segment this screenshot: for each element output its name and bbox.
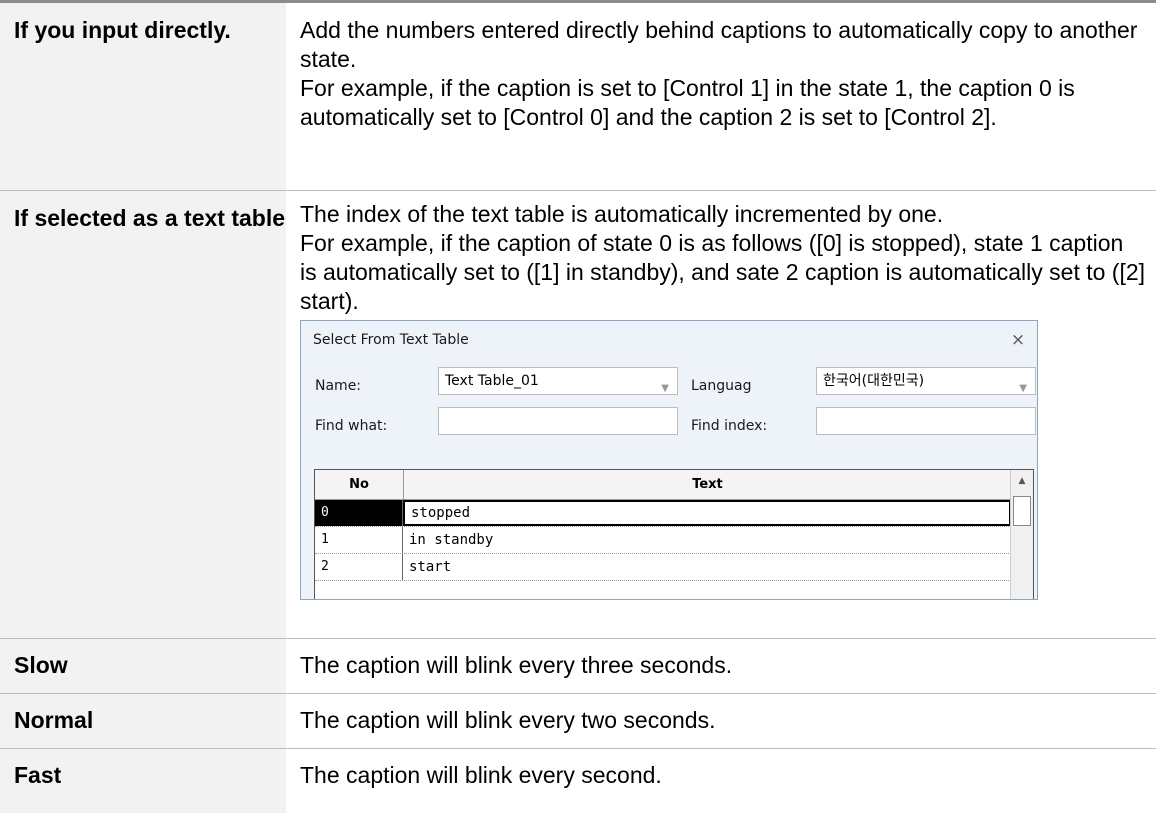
row-description: Add the numbers entered directly behind … bbox=[286, 3, 1156, 190]
select-text-table-dialog: Select From Text Table × Name: Text Tabl… bbox=[300, 320, 1038, 600]
scroll-up-icon[interactable]: ▲ bbox=[1011, 470, 1033, 492]
row-number: 0 bbox=[315, 500, 403, 526]
language-label: Languag bbox=[691, 378, 752, 394]
find-what-input[interactable] bbox=[438, 407, 678, 435]
row-description: The caption will blink every three secon… bbox=[286, 639, 1156, 693]
row-label: Fast bbox=[0, 749, 286, 813]
row-description: The index of the text table is automatic… bbox=[286, 191, 1156, 638]
row-description: The caption will blink every second. bbox=[286, 749, 1156, 813]
row-label: If you input directly. bbox=[0, 3, 286, 190]
dialog-title: Select From Text Table bbox=[313, 331, 469, 348]
find-index-label: Find index: bbox=[691, 418, 768, 434]
row-label: Normal bbox=[0, 694, 286, 748]
row-label: Slow bbox=[0, 639, 286, 693]
find-what-label: Find what: bbox=[315, 418, 388, 434]
table-row: If you input directly. Add the numbers e… bbox=[0, 3, 1156, 191]
description-line: For example, if the caption is set to [C… bbox=[300, 75, 1075, 130]
row-text[interactable]: in standby bbox=[403, 527, 1011, 553]
row-text[interactable]: start bbox=[403, 554, 1011, 580]
description-line: For example, if the caption of state 0 i… bbox=[300, 230, 1146, 314]
vertical-scrollbar[interactable]: ▲ bbox=[1010, 470, 1033, 599]
language-select[interactable]: 한국어(대한민국) ▼ bbox=[816, 367, 1036, 395]
language-select-value: 한국어(대한민국) bbox=[823, 372, 925, 389]
dialog-titlebar: Select From Text Table × bbox=[301, 321, 1037, 359]
close-icon[interactable]: × bbox=[999, 326, 1037, 355]
grid-row[interactable]: 0 stopped bbox=[315, 500, 1011, 527]
table-row: Normal The caption will blink every two … bbox=[0, 694, 1156, 749]
row-label: If selected as a text table bbox=[0, 191, 286, 638]
find-index-input[interactable] bbox=[816, 407, 1036, 435]
grid-header: No Text bbox=[315, 470, 1011, 500]
name-select-value: Text Table_01 bbox=[445, 372, 539, 389]
chevron-down-icon: ▼ bbox=[661, 383, 669, 394]
description-line: Add the numbers entered directly behind … bbox=[300, 17, 1138, 72]
grid-row[interactable]: 2 start bbox=[315, 554, 1011, 581]
description-table: If you input directly. Add the numbers e… bbox=[0, 0, 1156, 813]
row-description: The caption will blink every two seconds… bbox=[286, 694, 1156, 748]
table-row: Fast The caption will blink every second… bbox=[0, 749, 1156, 813]
column-header-text[interactable]: Text bbox=[404, 470, 1011, 499]
grid-row[interactable]: 1 in standby bbox=[315, 527, 1011, 554]
table-row: Slow The caption will blink every three … bbox=[0, 639, 1156, 694]
row-number: 2 bbox=[315, 554, 403, 580]
scroll-thumb[interactable] bbox=[1013, 496, 1031, 526]
column-header-no[interactable]: No bbox=[315, 470, 404, 499]
name-select[interactable]: Text Table_01 ▼ bbox=[438, 367, 678, 395]
row-number: 1 bbox=[315, 527, 403, 553]
name-label: Name: bbox=[315, 378, 362, 394]
chevron-down-icon: ▼ bbox=[1019, 383, 1027, 394]
table-row: If selected as a text table The index of… bbox=[0, 191, 1156, 639]
description-line: The index of the text table is automatic… bbox=[300, 201, 944, 227]
row-text[interactable]: stopped bbox=[403, 500, 1011, 526]
text-table-grid[interactable]: No Text 0 stopped 1 in standby 2 start ▲ bbox=[314, 469, 1034, 599]
